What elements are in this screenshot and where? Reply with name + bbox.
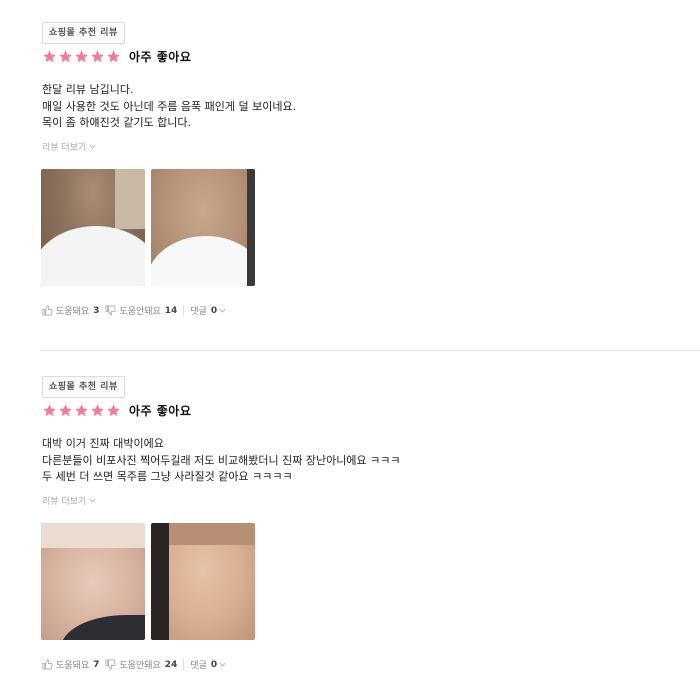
review-photo-before[interactable] [41, 169, 145, 286]
thumbs-down-icon [105, 305, 116, 316]
star-icon [42, 49, 57, 64]
rating-row: 아주 좋아요 [42, 401, 191, 419]
review-more-label: 리뷰 더보기 [42, 143, 87, 153]
rating-label: 아주 좋아요 [129, 403, 192, 418]
star-icon [90, 49, 105, 64]
star-icon [58, 403, 73, 418]
chevron-down-icon [219, 308, 226, 313]
review-line: 목이 좀 하얘진것 같기도 합니다. [42, 116, 192, 129]
review-line: 매일 사용한 것도 아닌데 주름 음푹 패인게 덜 보이네요. [42, 99, 297, 113]
star-icon [74, 403, 89, 418]
review-more-label: 리뷰 더보기 [42, 497, 87, 507]
star-icon [90, 403, 105, 418]
recommended-review-badge: 쇼핑몰 추천 리뷰 [42, 22, 125, 44]
star-icon [58, 49, 73, 64]
review-divider [40, 350, 700, 351]
comments-label: 댓글 [190, 307, 207, 317]
review-line: 대박 이거 진짜 대박이에요 [42, 437, 164, 450]
comments-label: 댓글 [190, 661, 207, 671]
review-footer: 도움돼요 7 도움안돼요 24 댓글 0 [42, 658, 226, 671]
review-body: 대박 이거 진짜 대박이에요 다른분들이 비포사진 찍어두길래 저도 비교해봤더… [42, 436, 400, 486]
recommended-review-badge: 쇼핑몰 추천 리뷰 [42, 376, 125, 398]
review-photos [41, 169, 261, 286]
not-helpful-label: 도움안돼요 [119, 661, 161, 671]
comments-button[interactable]: 댓글 0 [190, 658, 226, 671]
chevron-down-icon [89, 144, 96, 149]
review-line: 두 세번 더 쓰면 목주름 그냥 사라질것 같아요 ㅋㅋㅋㅋ [42, 470, 293, 483]
review-footer: 도움돼요 3 도움안돼요 14 댓글 0 [42, 304, 226, 317]
review-more-link[interactable]: 리뷰 더보기 [42, 494, 96, 507]
review-photo-after[interactable] [151, 523, 255, 640]
rating-row: 아주 좋아요 [42, 47, 191, 65]
helpful-count: 7 [93, 659, 100, 670]
star-icon [106, 403, 121, 418]
review-photos [41, 523, 261, 640]
not-helpful-button[interactable]: 도움안돼요 24 [105, 658, 183, 671]
not-helpful-count: 24 [164, 659, 178, 670]
divider [183, 659, 185, 670]
thumbs-down-icon [105, 659, 116, 670]
thumbs-up-icon [42, 305, 53, 316]
rating-label: 아주 좋아요 [129, 49, 192, 64]
not-helpful-button[interactable]: 도움안돼요 14 [105, 304, 183, 317]
chevron-down-icon [219, 662, 226, 667]
star-icon [42, 403, 57, 418]
comments-count: 0 [210, 305, 218, 316]
review-line: 한달 리뷰 남깁니다. [42, 83, 134, 96]
review-body: 한달 리뷰 남깁니다. 매일 사용한 것도 아닌데 주름 음푹 패인게 덜 보이… [42, 82, 296, 132]
review-line: 다른분들이 비포사진 찍어두길래 저도 비교해봤더니 진짜 장난아니에요 ㅋㅋㅋ [42, 453, 401, 467]
helpful-label: 도움돼요 [56, 307, 90, 317]
review-photo-after[interactable] [151, 169, 255, 286]
not-helpful-count: 14 [164, 305, 178, 316]
review-photo-before[interactable] [41, 523, 145, 640]
comments-button[interactable]: 댓글 0 [190, 304, 226, 317]
star-icon [74, 49, 89, 64]
review-more-link[interactable]: 리뷰 더보기 [42, 140, 96, 153]
thumbs-up-icon [42, 659, 53, 670]
not-helpful-label: 도움안돼요 [119, 307, 161, 317]
star-icon [106, 49, 121, 64]
helpful-label: 도움돼요 [56, 661, 90, 671]
chevron-down-icon [89, 498, 96, 503]
helpful-button[interactable]: 도움돼요 3 [42, 304, 105, 317]
divider [183, 305, 185, 316]
helpful-count: 3 [93, 305, 100, 316]
comments-count: 0 [210, 659, 218, 670]
helpful-button[interactable]: 도움돼요 7 [42, 658, 105, 671]
